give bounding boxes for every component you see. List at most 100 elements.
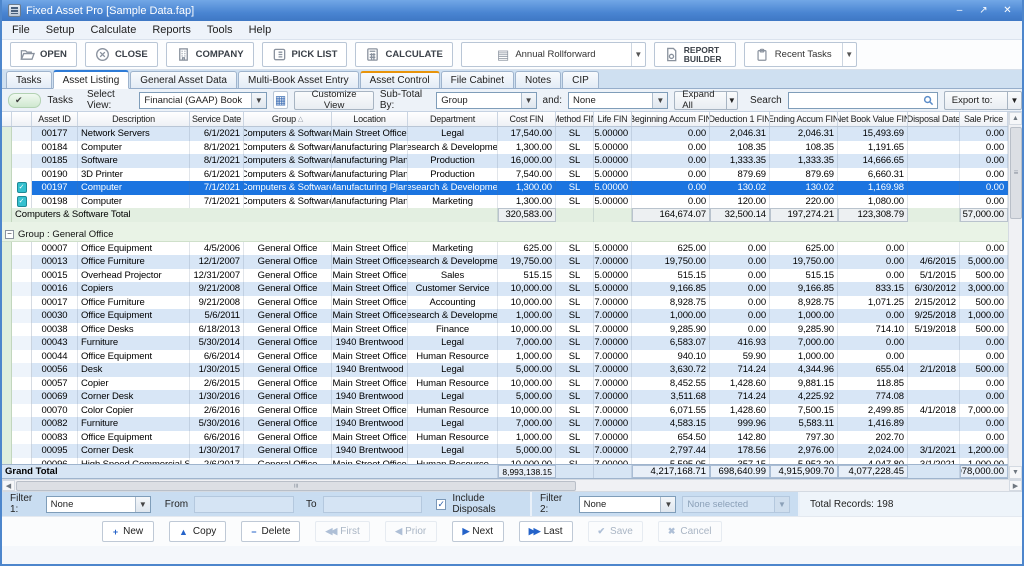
column-header-beginning-accum-fin[interactable]: Beginning Accum FIN (632, 112, 710, 126)
expand-all-button[interactable]: Expand All ▼ (674, 91, 738, 110)
tab-notes[interactable]: Notes (515, 71, 561, 88)
next-button[interactable]: ▶Next (452, 521, 504, 542)
filter1-dropdown[interactable]: None ▼ (46, 496, 151, 513)
vertical-scrollbar[interactable]: ▲ ▼ (1008, 112, 1022, 479)
tab-asset-listing[interactable]: Asset Listing (53, 70, 130, 89)
new-button[interactable]: +New (102, 521, 154, 542)
table-row[interactable]: 00038Office Desks6/18/2013General Office… (2, 323, 1008, 337)
table-row[interactable]: 00016Copiers9/21/2008General OfficeMain … (2, 282, 1008, 296)
menu-tools[interactable]: Tools (199, 21, 241, 39)
column-header-sale-price[interactable]: Sale Price (960, 112, 1008, 126)
from-input[interactable] (194, 496, 294, 513)
last-button[interactable]: ▶▶Last (519, 521, 573, 542)
table-row[interactable]: 00013Office Furniture12/1/2007General Of… (2, 255, 1008, 269)
column-header-group[interactable]: Group△ (244, 112, 332, 126)
tab-multi-book-asset-entry[interactable]: Multi-Book Asset Entry (238, 71, 359, 88)
table-row[interactable]: 00007Office Equipment4/5/2006General Off… (2, 242, 1008, 256)
column-header-net-book-value-fin[interactable]: Net Book Value FIN (838, 112, 908, 126)
filter2-dropdown[interactable]: None ▼ (579, 496, 677, 513)
table-row[interactable]: 00043Furniture5/30/2014General Office194… (2, 336, 1008, 350)
table-row[interactable]: 00082Furniture5/30/2016General Office194… (2, 417, 1008, 431)
table-row[interactable]: 00083Office Equipment6/6/2016General Off… (2, 431, 1008, 445)
table-row[interactable]: 00056Desk1/30/2015General Office1940 Bre… (2, 363, 1008, 377)
customize-view-button[interactable]: Customize View (294, 91, 374, 110)
scroll-down-arrow[interactable]: ▼ (1009, 466, 1022, 479)
search-input[interactable] (789, 95, 923, 106)
include-disposals-checkbox[interactable]: ✓ (436, 499, 446, 510)
vertical-scroll-thumb[interactable] (1010, 127, 1022, 219)
scroll-left-arrow[interactable]: ◀ (2, 480, 15, 491)
chevron-down-icon: ▼ (726, 92, 738, 109)
column-header-ending-accum-fin[interactable]: Ending Accum FIN (770, 112, 838, 126)
menu-help[interactable]: Help (241, 21, 280, 39)
scroll-up-arrow[interactable]: ▲ (1009, 112, 1022, 125)
export-to-dropdown[interactable]: Export to: ▼ (944, 91, 1022, 110)
horizontal-scroll-thumb[interactable] (16, 481, 576, 491)
table-row[interactable]: 00030Office Equipment5/6/2011General Off… (2, 309, 1008, 323)
table-row[interactable]: 00185Software8/1/2021Computers & Softwar… (2, 154, 1008, 168)
collapse-icon[interactable]: − (5, 230, 14, 239)
calculate-button[interactable]: CALCULATE (355, 42, 452, 67)
restore-button[interactable]: ↗ (973, 3, 994, 18)
view-editor-button[interactable]: ▦ (273, 91, 289, 109)
filter2-sub-dropdown[interactable]: None selected ▼ (682, 496, 790, 513)
group-header-row[interactable]: −Group : General Office (2, 222, 1008, 242)
task-rollforward-dropdown[interactable]: ▤ Annual Rollforward ▼ (461, 42, 646, 67)
column-header-description[interactable]: Description (78, 112, 190, 126)
and-dropdown[interactable]: None ▼ (568, 92, 668, 109)
cancel-button[interactable]: ✖Cancel (658, 521, 722, 542)
column-header-life-fin[interactable]: Life FIN (594, 112, 632, 126)
select-view-dropdown[interactable]: Financial (GAAP) Book ▼ (139, 92, 266, 109)
tab-asset-control[interactable]: Asset Control (360, 71, 440, 88)
tab-file-cabinet[interactable]: File Cabinet (441, 71, 514, 88)
table-row[interactable]: 00070Color Copier2/6/2016General OfficeM… (2, 404, 1008, 418)
table-row[interactable]: ✓00198Computer7/1/2021Computers & Softwa… (2, 195, 1008, 209)
table-row[interactable]: 00015Overhead Projector12/31/2007General… (2, 269, 1008, 283)
column-header-location[interactable]: Location (332, 112, 408, 126)
column-header-disposal-date[interactable]: Disposal Date (908, 112, 960, 126)
horizontal-scrollbar[interactable]: ◀ ▶ (2, 479, 1022, 492)
open-button[interactable]: OPEN (10, 42, 77, 67)
first-button[interactable]: ◀◀First (315, 521, 369, 542)
pick-list-button[interactable]: PICK LIST (262, 42, 348, 67)
close-button[interactable]: CLOSE (85, 42, 158, 67)
table-row[interactable]: 00017Office Furniture9/21/2008General Of… (2, 296, 1008, 310)
column-header-method-fin[interactable]: Method FIN (556, 112, 594, 126)
search-icon[interactable] (923, 95, 934, 106)
table-row[interactable]: ✓00197Computer7/1/2021Computers & Softwa… (2, 181, 1008, 195)
menu-reports[interactable]: Reports (144, 21, 199, 39)
tab-tasks[interactable]: Tasks (6, 71, 52, 88)
table-row[interactable]: 00095Corner Desk1/30/2017General Office1… (2, 444, 1008, 458)
table-row[interactable]: 00096High Speed Commercial Sta2/6/2017Ge… (2, 458, 1008, 465)
table-row[interactable]: 00069Corner Desk1/30/2016General Office1… (2, 390, 1008, 404)
recent-tasks-dropdown[interactable]: Recent Tasks ▼ (744, 42, 857, 67)
copy-button[interactable]: ▲Copy (169, 521, 226, 542)
tab-general-asset-data[interactable]: General Asset Data (130, 71, 237, 88)
table-row[interactable]: 00044Office Equipment6/6/2014General Off… (2, 350, 1008, 364)
table-row[interactable]: 00057Copier2/6/2015General OfficeMain St… (2, 377, 1008, 391)
delete-button[interactable]: −Delete (241, 521, 300, 542)
table-row[interactable]: 00184Computer8/1/2021Computers & Softwar… (2, 141, 1008, 155)
menu-file[interactable]: File (4, 21, 38, 39)
column-header-department[interactable]: Department (408, 112, 498, 126)
column-header-asset-id[interactable]: Asset ID (32, 112, 78, 126)
column-header-cost-fin[interactable]: Cost FIN (498, 112, 556, 126)
next-icon: ▶ (463, 526, 468, 537)
table-row[interactable]: 00177Network Servers6/1/2021Computers & … (2, 127, 1008, 141)
menu-calculate[interactable]: Calculate (82, 21, 144, 39)
menu-setup[interactable]: Setup (38, 21, 83, 39)
column-header-service-date[interactable]: Service Date (190, 112, 244, 126)
company-button[interactable]: COMPANY (166, 42, 254, 67)
column-header-deduction-1-fin[interactable]: Deduction 1 FIN (710, 112, 770, 126)
scroll-right-arrow[interactable]: ▶ (1009, 480, 1022, 491)
close-button[interactable]: ✕ (997, 3, 1018, 18)
save-button[interactable]: ✔Save (588, 521, 643, 542)
report-builder-button[interactable]: REPORT BUILDER (654, 42, 736, 67)
prior-button[interactable]: ◀Prior (385, 521, 437, 542)
minimize-button[interactable]: – (949, 3, 970, 18)
to-input[interactable] (323, 496, 423, 513)
subtotal-by-dropdown[interactable]: Group ▼ (436, 92, 536, 109)
table-row[interactable]: 001903D Printer6/1/2021Computers & Softw… (2, 168, 1008, 182)
tab-cip[interactable]: CIP (562, 71, 599, 88)
tasks-toggle-button[interactable]: ✔ (8, 93, 41, 108)
